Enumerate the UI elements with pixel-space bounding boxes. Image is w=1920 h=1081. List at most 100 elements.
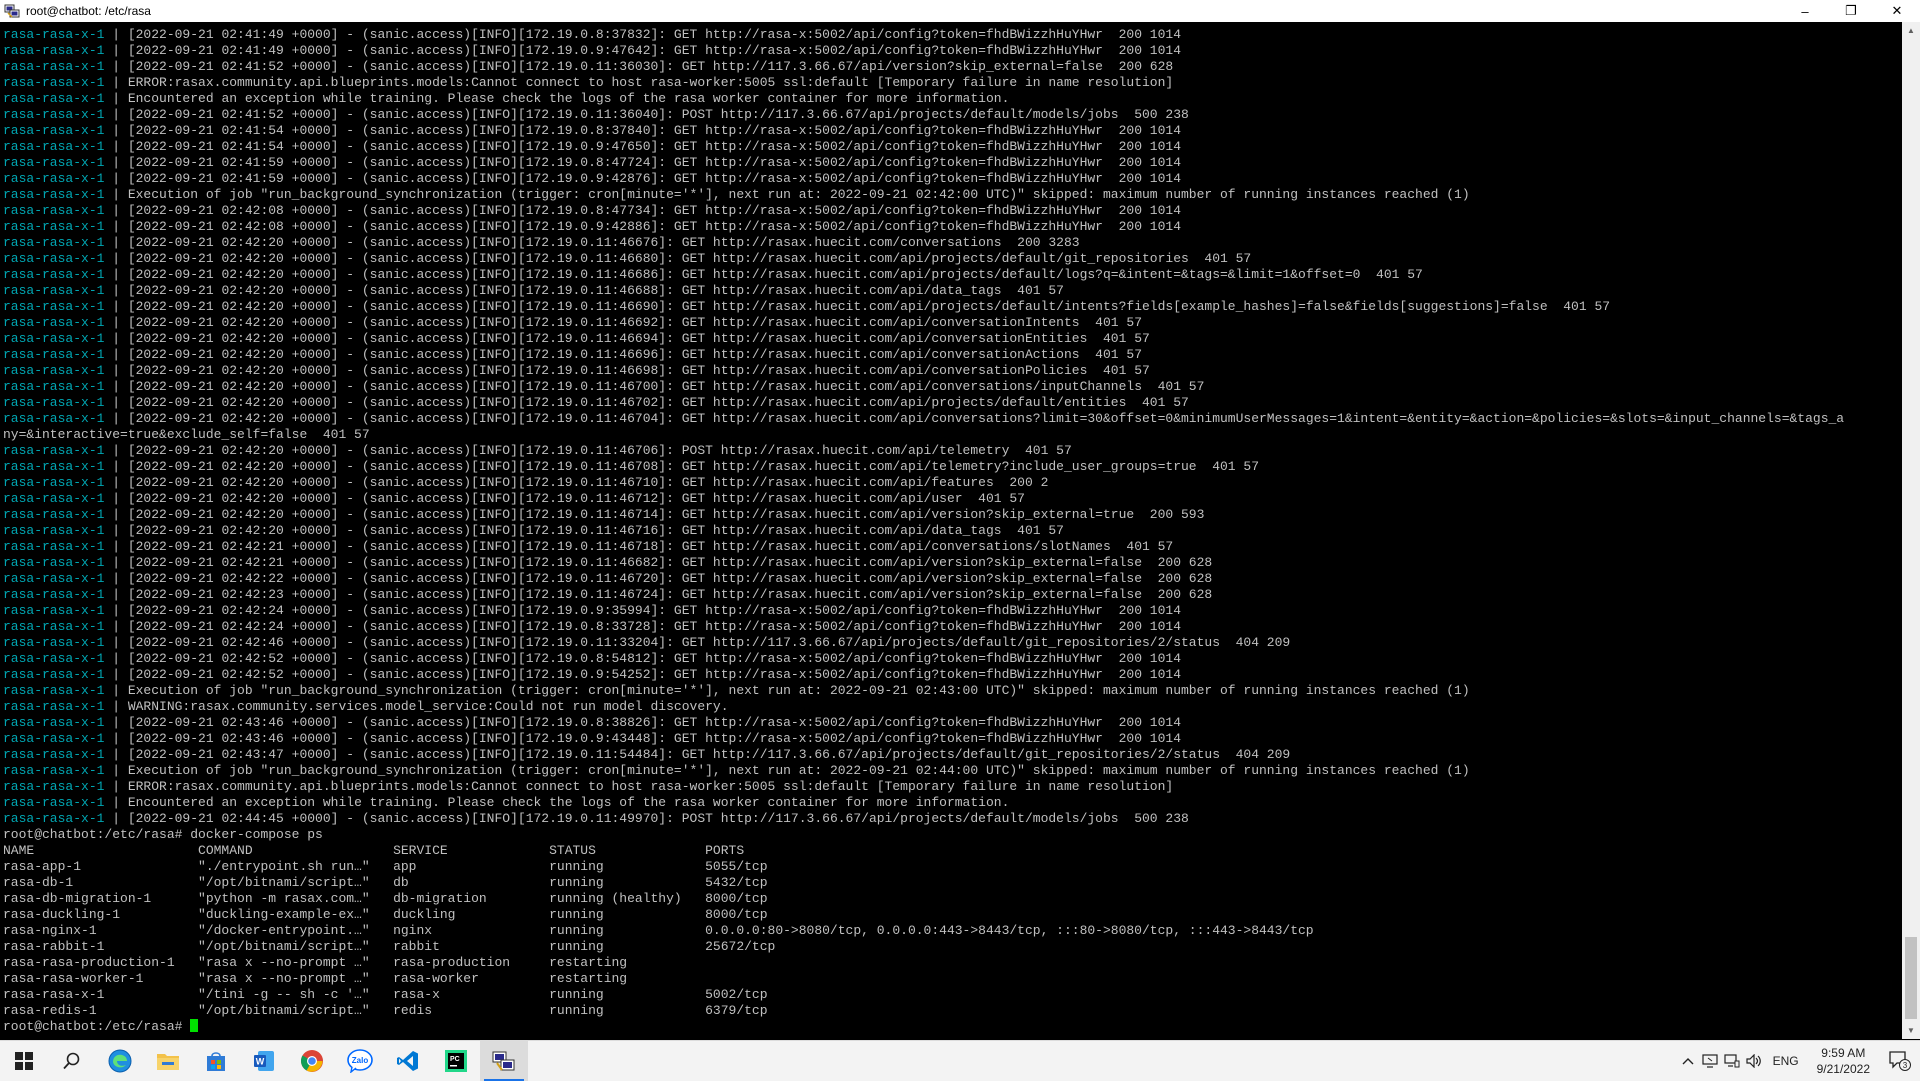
container-prefix: rasa-rasa-x-1 <box>3 507 105 522</box>
log-message: | [2022-09-21 02:43:46 +0000] - (sanic.a… <box>104 715 1181 730</box>
window-titlebar[interactable]: root@chatbot: /etc/rasa – ❐ ✕ <box>0 0 1920 23</box>
system-tray: ENG 9:59 AM 9/21/2022 3 <box>1677 1041 1920 1081</box>
prompt-text: root@chatbot:/etc/rasa# <box>3 1019 191 1034</box>
taskbar-file-explorer[interactable] <box>144 1041 192 1081</box>
log-message: | Execution of job "run_background_synch… <box>104 763 1470 778</box>
container-prefix: rasa-rasa-x-1 <box>3 251 105 266</box>
container-prefix: rasa-rasa-x-1 <box>3 619 105 634</box>
log-line: rasa-rasa-x-1 | Encountered an exception… <box>3 91 1901 107</box>
log-message: | [2022-09-21 02:42:21 +0000] - (sanic.a… <box>104 555 1213 570</box>
container-prefix: rasa-rasa-x-1 <box>3 347 105 362</box>
command-line: root@chatbot:/etc/rasa# docker-compose p… <box>3 827 323 842</box>
taskbar-putty[interactable] <box>480 1041 528 1081</box>
log-line: rasa-rasa-x-1 | [2022-09-21 02:41:49 +00… <box>3 43 1901 59</box>
ps-row: rasa-db-1 "/opt/bitnami/script…" db runn… <box>3 875 768 890</box>
start-button[interactable] <box>0 1041 48 1081</box>
taskbar-edge[interactable] <box>96 1041 144 1081</box>
file-explorer-icon <box>157 1054 179 1070</box>
container-prefix: rasa-rasa-x-1 <box>3 411 105 426</box>
log-line: rasa-rasa-x-1 | [2022-09-21 02:42:20 +00… <box>3 379 1901 395</box>
log-line: rasa-rasa-x-1 | [2022-09-21 02:41:59 +00… <box>3 155 1901 171</box>
clock[interactable]: 9:59 AM 9/21/2022 <box>1807 1045 1880 1077</box>
scroll-up-arrow-icon[interactable]: ▲ <box>1902 22 1920 39</box>
clock-date: 9/21/2022 <box>1816 1062 1870 1076</box>
container-prefix: rasa-rasa-x-1 <box>3 123 105 138</box>
log-line: rasa-rasa-x-1 | [2022-09-21 02:42:20 +00… <box>3 299 1901 315</box>
log-line: rasa-rasa-x-1 | [2022-09-21 02:42:20 +00… <box>3 411 1901 427</box>
container-prefix: rasa-rasa-x-1 <box>3 683 105 698</box>
chevron-up-icon[interactable] <box>1677 1041 1699 1081</box>
log-line: rasa-rasa-x-1 | [2022-09-21 02:41:59 +00… <box>3 171 1901 187</box>
container-prefix: rasa-rasa-x-1 <box>3 155 105 170</box>
log-message: | [2022-09-21 02:41:49 +0000] - (sanic.a… <box>104 27 1181 42</box>
windows-logo-icon <box>15 1052 33 1070</box>
vertical-scrollbar[interactable]: ▲ ▼ <box>1902 22 1920 1039</box>
taskbar-word[interactable]: W <box>240 1041 288 1081</box>
log-message: | Execution of job "run_background_synch… <box>104 683 1470 698</box>
volume-icon[interactable] <box>1743 1041 1765 1081</box>
log-line: rasa-rasa-x-1 | [2022-09-21 02:43:47 +00… <box>3 747 1901 763</box>
container-prefix: rasa-rasa-x-1 <box>3 811 105 826</box>
container-prefix: rasa-rasa-x-1 <box>3 459 105 474</box>
scroll-down-arrow-icon[interactable]: ▼ <box>1902 1022 1920 1039</box>
log-line: rasa-rasa-x-1 | [2022-09-21 02:42:20 +00… <box>3 491 1901 507</box>
log-line: rasa-rasa-x-1 | ERROR:rasax.community.ap… <box>3 779 1901 795</box>
log-message: | [2022-09-21 02:42:21 +0000] - (sanic.a… <box>104 539 1174 554</box>
minimize-button[interactable]: – <box>1782 0 1828 22</box>
scrollbar-thumb[interactable] <box>1905 937 1917 1019</box>
container-prefix: rasa-rasa-x-1 <box>3 603 105 618</box>
container-prefix: rasa-rasa-x-1 <box>3 667 105 682</box>
container-prefix: rasa-rasa-x-1 <box>3 747 105 762</box>
container-prefix: rasa-rasa-x-1 <box>3 443 105 458</box>
prompt-line: root@chatbot:/etc/rasa# <box>3 1019 1901 1035</box>
ps-row: rasa-rabbit-1 "/opt/bitnami/script…" rab… <box>3 939 776 954</box>
log-message: | [2022-09-21 02:42:20 +0000] - (sanic.a… <box>104 491 1025 506</box>
log-message: | [2022-09-21 02:42:22 +0000] - (sanic.a… <box>104 571 1213 586</box>
language-indicator[interactable]: ENG <box>1765 1054 1807 1068</box>
log-line: rasa-rasa-x-1 | [2022-09-21 02:41:49 +00… <box>3 27 1901 43</box>
zalo-icon: Zalo <box>347 1049 373 1073</box>
log-message: | [2022-09-21 02:42:20 +0000] - (sanic.a… <box>104 299 1611 314</box>
log-message: | [2022-09-21 02:42:52 +0000] - (sanic.a… <box>104 667 1181 682</box>
log-message: | ERROR:rasax.community.api.blueprints.m… <box>104 779 1174 794</box>
terminal-pane[interactable]: rasa-rasa-x-1 | [2022-09-21 02:41:49 +00… <box>0 22 1902 1039</box>
container-prefix: rasa-rasa-x-1 <box>3 363 105 378</box>
log-line: rasa-rasa-x-1 | [2022-09-21 02:42:23 +00… <box>3 587 1901 603</box>
log-message: | [2022-09-21 02:42:20 +0000] - (sanic.a… <box>104 459 1260 474</box>
close-button[interactable]: ✕ <box>1874 0 1920 22</box>
taskbar-chrome[interactable] <box>288 1041 336 1081</box>
log-line: rasa-rasa-x-1 | Execution of job "run_ba… <box>3 763 1901 779</box>
container-prefix: rasa-rasa-x-1 <box>3 283 105 298</box>
taskbar-zalo[interactable]: Zalo <box>336 1041 384 1081</box>
log-line: rasa-rasa-x-1 | Encountered an exception… <box>3 795 1901 811</box>
zalo-icon-label: Zalo <box>352 1056 369 1065</box>
log-line: rasa-rasa-x-1 | [2022-09-21 02:42:46 +00… <box>3 635 1901 651</box>
ps-row: rasa-rasa-x-1 "/tini -g -- sh -c '…" ras… <box>3 987 768 1002</box>
log-line: rasa-rasa-x-1 | [2022-09-21 02:42:20 +00… <box>3 347 1901 363</box>
taskbar-pycharm[interactable]: PC <box>432 1041 480 1081</box>
container-prefix: rasa-rasa-x-1 <box>3 587 105 602</box>
log-message: | [2022-09-21 02:41:54 +0000] - (sanic.a… <box>104 123 1181 138</box>
log-line: ny=&interactive=true&exclude_self=false … <box>3 427 1901 443</box>
log-message: | Execution of job "run_background_synch… <box>104 187 1470 202</box>
maximize-button[interactable]: ❐ <box>1828 0 1874 22</box>
display-icon[interactable] <box>1699 1041 1721 1081</box>
log-message: | [2022-09-21 02:43:46 +0000] - (sanic.a… <box>104 731 1181 746</box>
log-message: | [2022-09-21 02:42:20 +0000] - (sanic.a… <box>104 475 1049 490</box>
log-message: | [2022-09-21 02:41:59 +0000] - (sanic.a… <box>104 171 1181 186</box>
putty-icon <box>4 3 20 19</box>
log-message: | [2022-09-21 02:42:20 +0000] - (sanic.a… <box>104 235 1080 250</box>
container-prefix: rasa-rasa-x-1 <box>3 395 105 410</box>
taskbar-store[interactable] <box>192 1041 240 1081</box>
log-line: rasa-rasa-x-1 | [2022-09-21 02:42:20 +00… <box>3 363 1901 379</box>
taskbar-vscode[interactable] <box>384 1041 432 1081</box>
pycharm-icon: PC <box>445 1050 467 1072</box>
search-button[interactable] <box>48 1041 96 1081</box>
ps-row: rasa-rasa-worker-1 "rasa x --no-prompt …… <box>3 971 628 986</box>
ps-row: rasa-redis-1 "/opt/bitnami/script…" redi… <box>3 1003 768 1018</box>
container-prefix: rasa-rasa-x-1 <box>3 491 105 506</box>
log-message: | [2022-09-21 02:42:08 +0000] - (sanic.a… <box>104 203 1181 218</box>
notification-center-button[interactable]: 3 <box>1880 1041 1920 1081</box>
terminal-output: rasa-rasa-x-1 | [2022-09-21 02:41:49 +00… <box>3 27 1901 1035</box>
network-icon[interactable] <box>1721 1041 1743 1081</box>
